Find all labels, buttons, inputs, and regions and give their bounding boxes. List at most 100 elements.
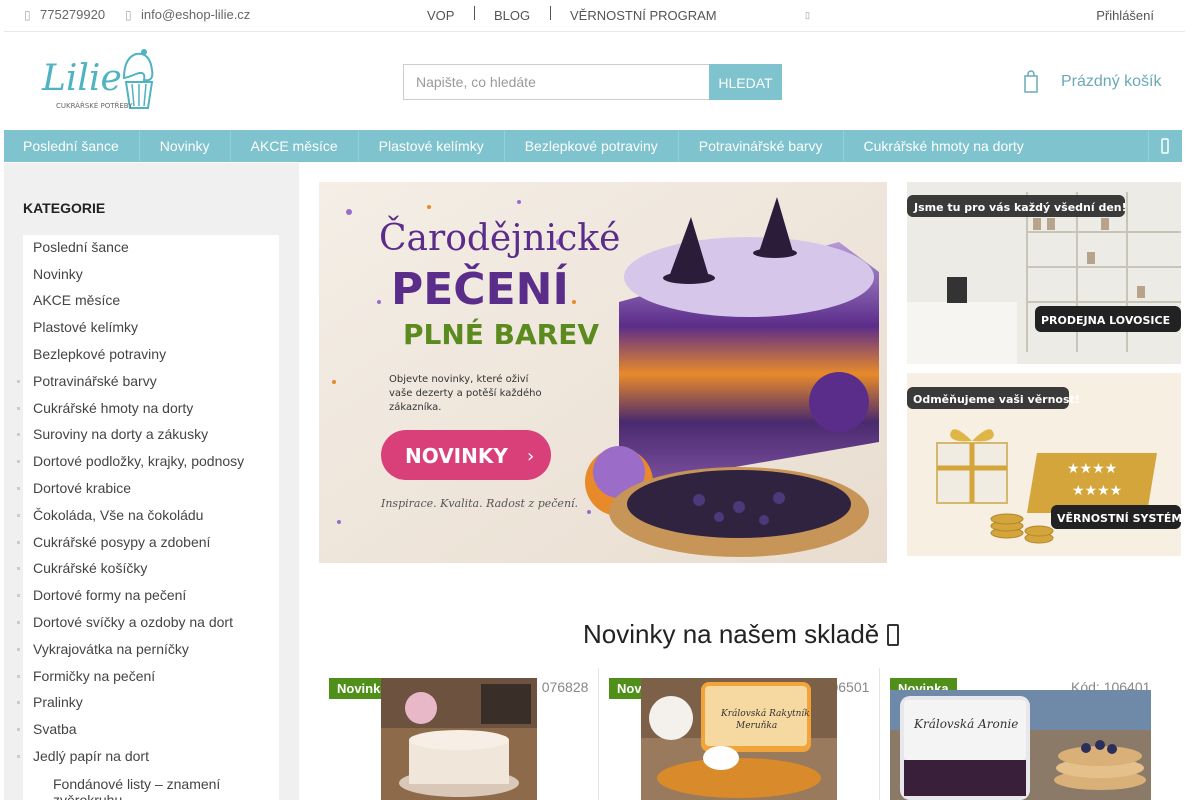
sidebar: KATEGORIE Poslední šance Novinky AKCE mě…	[4, 163, 299, 800]
logo-image: Lilie CUKRÁŘSKÉ POTŘEBY	[41, 49, 154, 110]
bullet-icon	[17, 433, 20, 436]
category-item[interactable]: Jedlý papír na dort	[17, 748, 279, 764]
cart[interactable]: Prázdný košík	[1024, 70, 1161, 94]
category-item[interactable]: Formičky na pečení	[17, 668, 279, 684]
menu-loyalty-program[interactable]: VĚRNOSTNÍ PROGRAM	[570, 8, 717, 23]
svg-text:★★★★: ★★★★	[1067, 461, 1117, 477]
category-item[interactable]: Cukrářské košíčky	[17, 560, 279, 576]
menu-blog[interactable]: BLOG	[494, 8, 530, 23]
svg-text:Královská Rakytník: Královská Rakytník	[720, 708, 810, 719]
svg-text:★★★★: ★★★★	[1072, 483, 1122, 499]
svg-text:Inspirace. Kvalita. Radost z p: Inspirace. Kvalita. Radost z pečení.	[380, 497, 578, 510]
bullet-icon	[17, 594, 20, 597]
cart-icon	[1024, 70, 1038, 94]
phone-icon: ▯	[24, 7, 31, 22]
subcategory-item[interactable]: Fondánové listy – znamení zvěrokruhu	[53, 776, 273, 800]
bullet-icon	[17, 541, 20, 544]
shop-banner-image: Jsme tu pro vás každý všední den! PRODEJ…	[907, 182, 1181, 364]
email-icon: ▯	[125, 7, 132, 22]
bullet-icon	[17, 728, 20, 731]
category-item[interactable]: Dortové podložky, krajky, podnosy	[17, 453, 279, 469]
bullet-icon	[17, 755, 20, 758]
login-link[interactable]: Přihlášení	[1096, 8, 1154, 23]
category-item[interactable]: Dortové svíčky a ozdoby na dort	[17, 614, 279, 630]
bullet-icon	[17, 621, 20, 624]
nav-item-gluten-free[interactable]: Bezlepkové potraviny	[505, 130, 679, 162]
menu-vop[interactable]: VOP	[427, 8, 454, 23]
nav-item-cake-pastes[interactable]: Cukrářské hmoty na dorty	[844, 130, 1044, 162]
section-title-icon	[887, 623, 900, 646]
search-button[interactable]: HLEDAT	[709, 64, 782, 100]
more-icon	[1161, 138, 1169, 154]
category-item[interactable]: AKCE měsíce	[23, 292, 279, 308]
category-item[interactable]: Bezlepkové potraviny	[23, 346, 279, 362]
logo[interactable]: Lilie CUKRÁŘSKÉ POTŘEBY	[40, 48, 160, 114]
category-item[interactable]: Cukrářské hmoty na dorty	[17, 400, 279, 416]
category-item[interactable]: Čokoláda, Vše na čokoládu	[17, 507, 279, 523]
bullet-icon	[17, 380, 20, 383]
email-address[interactable]: info@eshop-lilie.cz	[141, 7, 250, 22]
product-card[interactable]: Novinka Kód: 076828	[319, 668, 598, 800]
banner-loyalty[interactable]: ★★★★ ★★★★ Odměňujeme vaši věrnost! VĚRNOS…	[907, 373, 1181, 556]
category-item[interactable]: Dortové formy na pečení	[17, 587, 279, 603]
category-item[interactable]: Novinky	[23, 266, 279, 282]
category-item[interactable]: Cukrářské posypy a zdobení	[17, 534, 279, 550]
bullet-icon	[17, 514, 20, 517]
banner-shop[interactable]: Jsme tu pro vás každý všední den! PRODEJ…	[907, 182, 1181, 364]
nav-more-button[interactable]	[1148, 130, 1182, 162]
svg-text:Lilie: Lilie	[41, 58, 122, 99]
svg-text:CUKRÁŘSKÉ POTŘEBY: CUKRÁŘSKÉ POTŘEBY	[56, 101, 133, 110]
hero-banner[interactable]: Čarodějnické PEČENÍ PLNÉ BAREV Objevte n…	[319, 182, 887, 563]
main-navigation: Poslední šance Novinky AKCE měsíce Plast…	[4, 130, 1182, 162]
bullet-icon	[17, 675, 20, 678]
search-bar: HLEDAT	[403, 64, 782, 100]
search-input[interactable]	[403, 64, 709, 100]
category-item[interactable]: Poslední šance	[23, 239, 279, 255]
nav-item-last-chance[interactable]: Poslední šance	[4, 130, 140, 162]
svg-text:Meruňka: Meruňka	[735, 720, 777, 731]
product-image[interactable]: Královská Rakytník Meruňka	[641, 678, 837, 800]
loyalty-banner-image: ★★★★ ★★★★ Odměňujeme vaši věrnost! VĚRNOS…	[907, 373, 1181, 556]
bullet-icon	[17, 460, 20, 463]
category-item[interactable]: Suroviny na dorty a zákusky	[17, 426, 279, 442]
nav-item-month-sale[interactable]: AKCE měsíce	[231, 130, 359, 162]
phone-contact[interactable]: ▯ 775279920	[24, 7, 105, 22]
product-card[interactable]: Novinka Kód: 106401 Královská Aronie	[880, 668, 1160, 800]
menu-separator	[550, 6, 551, 20]
category-list: Poslední šance Novinky AKCE měsíce Plast…	[17, 235, 279, 800]
svg-text:Odměňujeme vaši věrnost!: Odměňujeme vaši věrnost!	[913, 393, 1080, 406]
phone-number[interactable]: 775279920	[40, 7, 105, 22]
svg-text:Jsme tu pro vás každý všední d: Jsme tu pro vás každý všední den!	[913, 201, 1127, 214]
category-item[interactable]: Svatba	[17, 721, 279, 737]
svg-text:PRODEJNA LOVOSICE: PRODEJNA LOVOSICE	[1041, 314, 1170, 327]
svg-text:Čarodějnické: Čarodějnické	[379, 217, 620, 259]
category-item[interactable]: Vykrajovátka na perníčky	[17, 641, 279, 657]
bullet-icon	[17, 701, 20, 704]
svg-text:›: ›	[527, 446, 534, 467]
email-contact[interactable]: ▯ info@eshop-lilie.cz	[125, 7, 250, 22]
nav-item-food-colors[interactable]: Potravinářské barvy	[679, 130, 844, 162]
dropdown-icon[interactable]: ▯	[805, 10, 810, 21]
cart-label[interactable]: Prázdný košík	[1061, 73, 1161, 91]
bullet-icon	[17, 567, 20, 570]
category-item[interactable]: Pralinky	[17, 694, 279, 710]
category-item[interactable]: Dortové krabice	[17, 480, 279, 496]
category-item[interactable]: Plastové kelímky	[23, 319, 279, 335]
nav-item-news[interactable]: Novinky	[140, 130, 231, 162]
product-card[interactable]: Novinka Kód: 106501 Královská Rakytník M…	[599, 668, 879, 800]
category-item[interactable]: Potravinářské barvy	[17, 373, 279, 389]
cupcake-icon	[122, 49, 154, 109]
svg-text:Královská Aronie: Královská Aronie	[913, 717, 1018, 731]
bullet-icon	[17, 407, 20, 410]
bullet-icon	[17, 487, 20, 490]
product-image[interactable]	[381, 678, 537, 800]
svg-text:PEČENÍ: PEČENÍ	[391, 262, 569, 315]
hero-image: Čarodějnické PEČENÍ PLNÉ BAREV Objevte n…	[319, 182, 887, 563]
menu-separator	[474, 6, 475, 20]
svg-text:NOVINKY: NOVINKY	[405, 444, 508, 468]
product-image[interactable]: Královská Aronie	[890, 690, 1151, 800]
top-bar: ▯ 775279920 ▯ info@eshop-lilie.cz VOP BL…	[4, 0, 1185, 32]
svg-text:PLNÉ BAREV: PLNÉ BAREV	[403, 317, 599, 351]
nav-item-plastic-cups[interactable]: Plastové kelímky	[359, 130, 505, 162]
section-title-text: Novinky na našem skladě	[583, 619, 880, 649]
